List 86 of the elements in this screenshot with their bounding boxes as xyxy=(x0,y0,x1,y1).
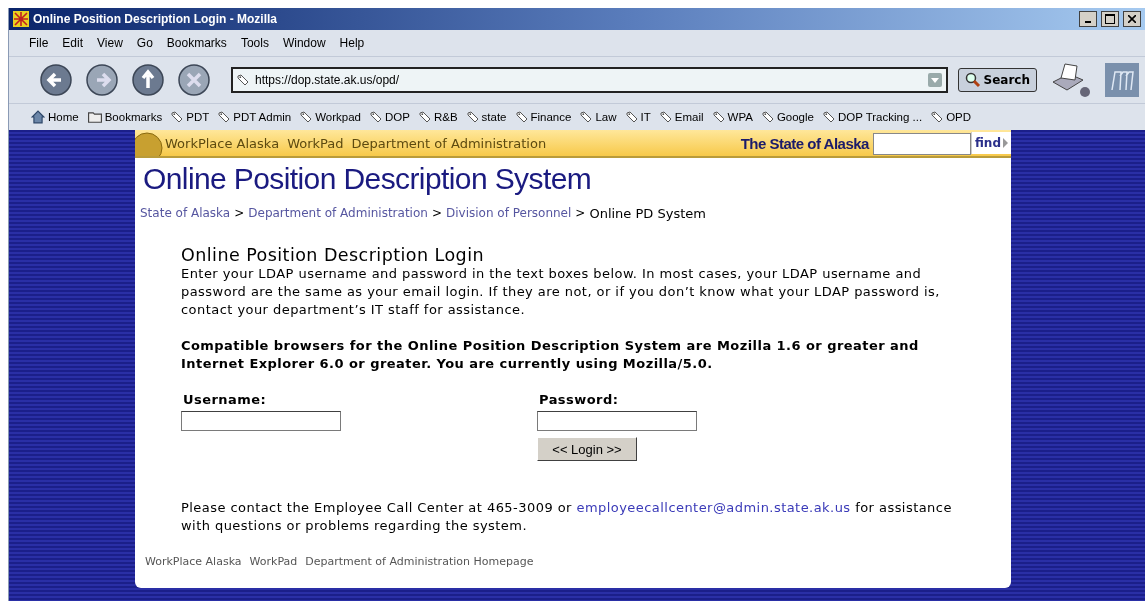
menu-item[interactable]: Tools xyxy=(240,36,269,50)
find-field[interactable] xyxy=(872,133,971,155)
bookmark-item[interactable]: PDT xyxy=(171,111,210,123)
bookmark-icon xyxy=(625,111,638,123)
breadcrumb-link[interactable]: Department of Administration xyxy=(248,206,428,221)
back-button[interactable] xyxy=(39,63,73,97)
bookmark-icon xyxy=(580,111,593,123)
bookmark-icon xyxy=(218,111,231,123)
username-label: Username: xyxy=(183,391,268,409)
bookmark-item[interactable]: DOP Tracking ... xyxy=(822,111,923,123)
breadcrumb-separator: > xyxy=(234,206,245,221)
dropdown-icon xyxy=(927,73,942,87)
breadcrumb-current: Online PD System xyxy=(589,206,706,221)
arrow-icon xyxy=(1003,138,1008,148)
login-button[interactable]: << Login >> xyxy=(537,437,637,461)
bookmark-item[interactable]: state xyxy=(466,111,507,123)
menu-item[interactable]: File xyxy=(29,36,49,50)
folder-icon xyxy=(87,110,102,124)
app-icon xyxy=(13,11,29,27)
bookmark-icon xyxy=(466,111,479,123)
bookmark-item[interactable]: Email xyxy=(659,111,704,123)
bookmark-item[interactable]: PDT Admin xyxy=(218,111,292,123)
bookmark-icon xyxy=(171,111,184,123)
header-link[interactable]: WorkPlace Alaska xyxy=(165,135,280,151)
logo-icon xyxy=(1105,63,1139,97)
footer-link[interactable]: WorkPad xyxy=(249,555,298,568)
breadcrumb-link[interactable]: Division of Personnel xyxy=(445,206,572,221)
maximize-button[interactable] xyxy=(1101,11,1119,27)
breadcrumb-link[interactable]: State of Alaska xyxy=(140,206,231,221)
bookmark-item[interactable]: Law xyxy=(580,111,617,123)
menu-item[interactable]: Edit xyxy=(62,36,84,50)
menu-item[interactable]: View xyxy=(97,36,123,50)
footer-link[interactable]: Department of Administration Homepage xyxy=(305,555,534,568)
password-label: Password: xyxy=(539,391,620,409)
menu-item[interactable]: Window xyxy=(282,36,326,50)
brand-text: The State of Alaska xyxy=(740,134,869,152)
bookmark-item[interactable]: Workpad xyxy=(300,111,361,123)
menu-item[interactable]: Help xyxy=(339,36,365,50)
username-field[interactable] xyxy=(181,411,341,431)
header-link[interactable]: Department of Administration xyxy=(351,135,547,151)
reload-button[interactable] xyxy=(131,63,165,97)
bookmark-icon xyxy=(370,111,382,123)
bookmark-item[interactable]: Home xyxy=(31,110,79,124)
find-button[interactable]: find xyxy=(970,132,1011,154)
stop-button[interactable] xyxy=(177,63,211,97)
breadcrumb-separator: > xyxy=(575,206,586,221)
site-title: Online Position Description System xyxy=(143,162,593,196)
bookmark-item[interactable]: IT xyxy=(625,111,651,123)
bookmark-item[interactable]: WPA xyxy=(712,111,753,123)
bookmark-icon xyxy=(712,111,725,123)
bookmark-item[interactable]: Google xyxy=(761,111,814,123)
password-field[interactable] xyxy=(537,411,697,431)
bookmark-item[interactable]: DOP xyxy=(370,111,410,123)
bookmark-icon xyxy=(822,111,835,123)
minimize-button[interactable] xyxy=(1079,11,1097,27)
bookmark-item[interactable]: R&B xyxy=(418,111,458,123)
address-field[interactable]: https://dop.state.ak.us/opd/ xyxy=(231,67,948,93)
search-button[interactable]: Search xyxy=(957,68,1037,92)
search-icon xyxy=(964,72,981,88)
login-heading: Online Position Description Login xyxy=(181,245,485,265)
bookmark-item[interactable]: Bookmarks xyxy=(87,110,163,124)
contact-text: Please contact the Employee Call Center at 465-3009 or employeecallcenter@admin.state.ak.us for assistance with questions or problems regarding the system. xyxy=(181,499,953,535)
footer-link[interactable]: WorkPlace Alaska xyxy=(145,555,242,568)
bookmark-icon xyxy=(761,111,774,123)
header-link[interactable]: WorkPad xyxy=(287,135,344,151)
home-icon xyxy=(31,110,45,124)
bookmark-icon xyxy=(300,111,313,123)
bookmark-item[interactable]: OPD xyxy=(931,111,972,123)
email-link[interactable]: employeecallcenter@admin.state.ak.us xyxy=(576,500,851,515)
bookmark-item[interactable]: Finance xyxy=(515,111,572,123)
menu-item[interactable]: Go xyxy=(136,36,153,50)
breadcrumb-separator: > xyxy=(431,206,442,221)
bookmark-icon xyxy=(237,74,249,86)
close-icon xyxy=(1128,15,1136,23)
bookmark-icon xyxy=(931,111,944,123)
bookmark-icon xyxy=(659,111,672,123)
seal-icon xyxy=(135,130,163,156)
intro-text: Enter your LDAP username and password in the text boxes below. In most cases, your LDAP username and password are the same as your email login. If they are not, or if you don’t know what your LDAP password is, contact your department’s IT staff for assistance. xyxy=(181,265,941,319)
window-title: Online Position Description Login - Mozilla xyxy=(33,12,278,26)
forward-button[interactable] xyxy=(85,63,119,97)
bookmark-icon xyxy=(418,111,431,123)
maximize-icon xyxy=(1105,14,1115,24)
browser-notice: Compatible browsers for the Online Position Description System are Mozilla 1.6 or greater and Internet Explorer 6.0 or greater. You are currently using Mozilla/5.0. xyxy=(181,337,920,373)
menu-item[interactable]: Bookmarks xyxy=(166,36,227,50)
bookmark-icon xyxy=(515,111,528,123)
close-button[interactable] xyxy=(1123,11,1141,27)
